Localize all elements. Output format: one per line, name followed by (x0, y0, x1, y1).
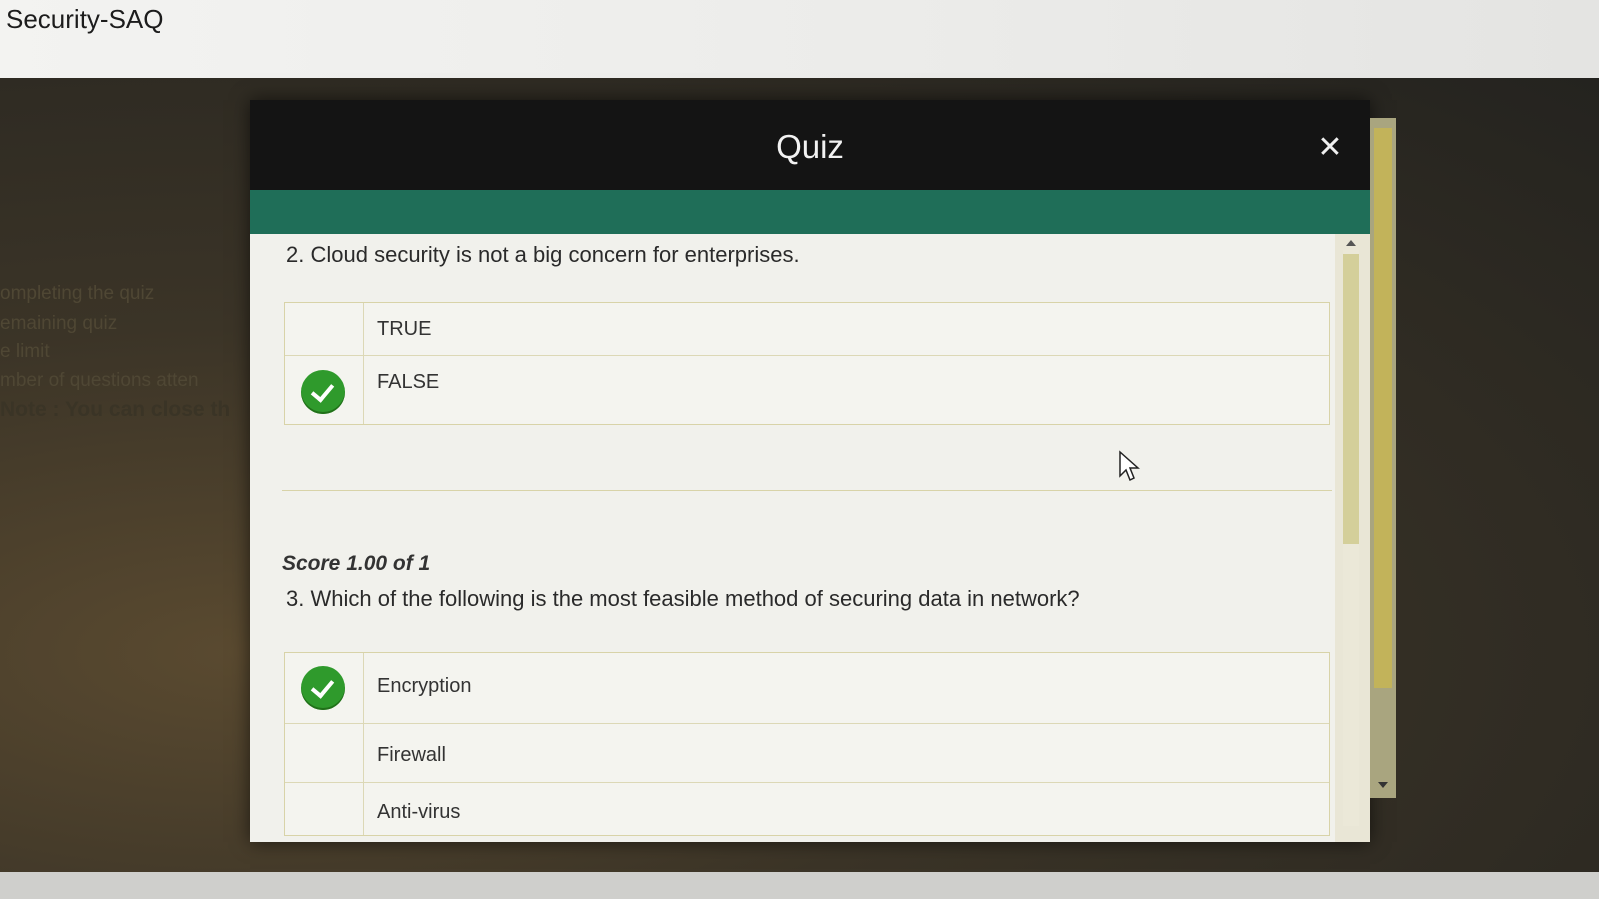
question-2-options: TRUE FALSE (284, 302, 1330, 425)
option-label: FALSE (377, 371, 440, 393)
option-label: Firewall (377, 744, 446, 766)
question-label: Which of the following is the most feasi… (310, 586, 1080, 611)
option-indicator (285, 303, 364, 355)
check-icon (301, 666, 345, 710)
quiz-modal: Quiz ✕ 2. Cloud security is not a big co… (250, 100, 1370, 842)
question-3-text: 3. Which of the following is the most fe… (286, 586, 1080, 612)
option-encryption[interactable]: Encryption (285, 653, 1329, 724)
scroll-down-arrow-icon[interactable] (1378, 782, 1388, 788)
background-text-2: emaining quiz (0, 313, 118, 334)
option-indicator (285, 724, 364, 782)
close-icon[interactable]: ✕ (1316, 133, 1344, 163)
outer-scrollbar-thumb[interactable] (1374, 128, 1392, 688)
option-indicator (285, 783, 364, 835)
mouse-cursor-icon (1119, 450, 1140, 482)
question-3-options: Encryption Firewall Anti-virus (284, 652, 1330, 836)
background-text-1: ompleting the quiz (0, 283, 155, 304)
option-anti-virus[interactable]: Anti-virus (285, 783, 1329, 835)
progress-strip (250, 190, 1370, 234)
page-footer (0, 872, 1599, 899)
score-text: Score 1.00 of 1 (282, 552, 431, 575)
option-label: Anti-virus (377, 801, 461, 823)
background-text-3: e limit (0, 341, 50, 362)
inner-scrollbar[interactable] (1335, 234, 1370, 842)
background-note: Note : You can close th (0, 398, 231, 421)
question-number: 3. (286, 586, 305, 611)
modal-title: Quiz (776, 128, 844, 165)
option-firewall[interactable]: Firewall (285, 724, 1329, 783)
option-true[interactable]: TRUE (285, 303, 1329, 356)
scrollbar-thumb[interactable] (1343, 254, 1359, 544)
question-label: Cloud security is not a big concern for … (310, 242, 800, 267)
background-text-4: mber of questions atten (0, 370, 199, 391)
modal-header: Quiz ✕ (250, 100, 1370, 190)
page-header: Security-SAQ (0, 0, 1599, 78)
option-false[interactable]: FALSE (285, 356, 1329, 424)
check-icon (301, 370, 345, 414)
page-title: Security-SAQ (6, 4, 164, 34)
option-label: Encryption (377, 675, 472, 697)
scroll-up-arrow-icon[interactable] (1346, 240, 1356, 246)
option-label: TRUE (377, 318, 432, 340)
outer-scrollbar[interactable] (1370, 118, 1396, 798)
question-number: 2. (286, 242, 305, 267)
option-indicator (285, 356, 364, 424)
question-2-text: 2. Cloud security is not a big concern f… (286, 242, 800, 268)
option-indicator (285, 653, 364, 723)
question-divider (282, 490, 1332, 491)
quiz-body[interactable]: 2. Cloud security is not a big concern f… (250, 234, 1335, 842)
